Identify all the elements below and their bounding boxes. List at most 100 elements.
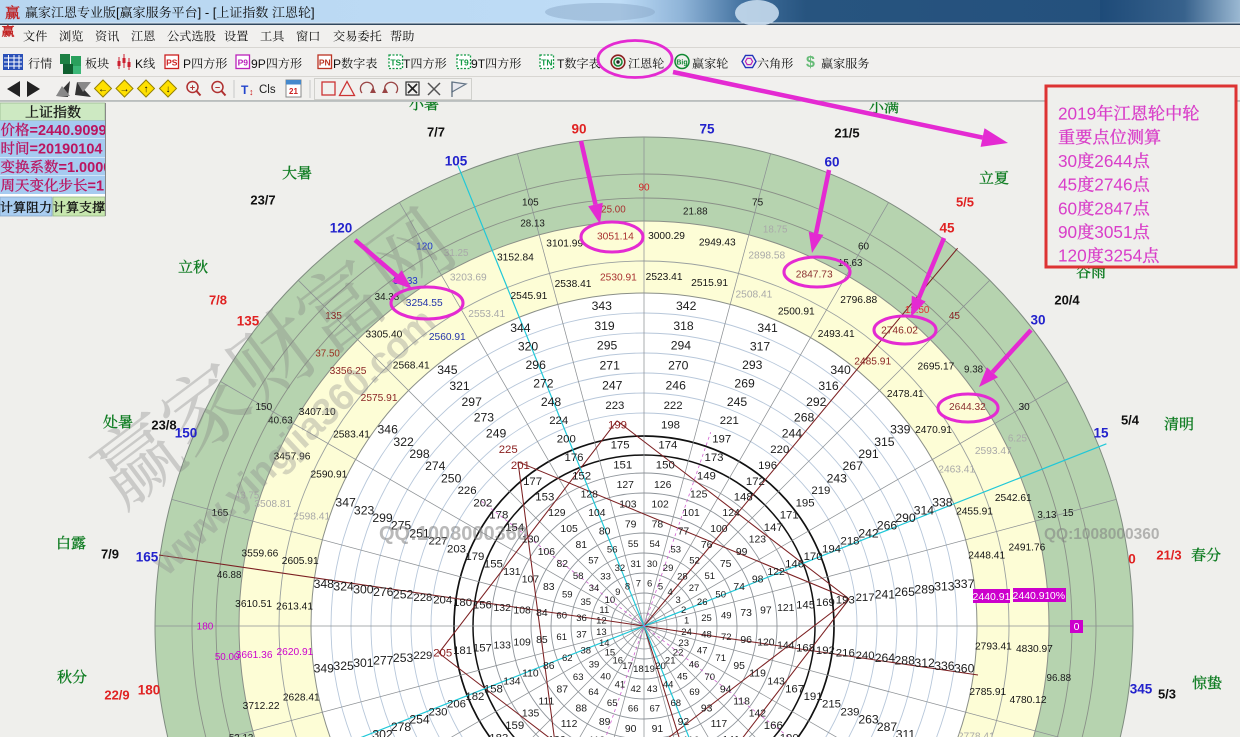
svg-text:49: 49 bbox=[721, 611, 732, 622]
svg-text:181: 181 bbox=[453, 645, 472, 657]
svg-text:2530.91: 2530.91 bbox=[600, 273, 637, 284]
svg-text:K: K bbox=[135, 57, 143, 71]
svg-text:150: 150 bbox=[255, 402, 272, 413]
svg-text:272: 272 bbox=[533, 376, 554, 390]
svg-text:3: 3 bbox=[675, 595, 680, 606]
svg-text:293: 293 bbox=[742, 358, 763, 372]
svg-text:175: 175 bbox=[611, 440, 630, 452]
svg-text:253: 253 bbox=[393, 651, 414, 665]
svg-text:125: 125 bbox=[690, 490, 708, 501]
svg-text:143: 143 bbox=[767, 676, 785, 687]
svg-text:85: 85 bbox=[536, 635, 548, 646]
svg-text:44: 44 bbox=[663, 680, 674, 691]
svg-text:→: → bbox=[120, 84, 130, 95]
svg-text:88: 88 bbox=[576, 703, 588, 714]
svg-text:316: 316 bbox=[818, 379, 839, 393]
svg-text:=1: =1 bbox=[88, 179, 105, 195]
svg-text:296: 296 bbox=[526, 358, 547, 372]
svg-text:30: 30 bbox=[647, 559, 658, 570]
svg-text:2523.41: 2523.41 bbox=[646, 272, 683, 283]
svg-text:121: 121 bbox=[777, 603, 795, 614]
svg-text:133: 133 bbox=[494, 640, 512, 651]
svg-text:32: 32 bbox=[615, 563, 626, 574]
svg-text:5/3: 5/3 bbox=[1158, 687, 1176, 702]
svg-text:4830.97: 4830.97 bbox=[1016, 644, 1053, 655]
svg-text:128: 128 bbox=[581, 490, 599, 501]
svg-text:224: 224 bbox=[549, 415, 568, 427]
svg-text:2440.91: 2440.91 bbox=[1013, 590, 1051, 602]
svg-text:322: 322 bbox=[393, 435, 414, 449]
svg-text:84: 84 bbox=[536, 608, 548, 619]
svg-text:179: 179 bbox=[465, 551, 484, 563]
svg-text:6: 6 bbox=[647, 579, 652, 590]
svg-text:0: 0 bbox=[1128, 552, 1136, 567]
svg-text:] - [: ] - [ bbox=[198, 5, 217, 20]
svg-text:147: 147 bbox=[764, 522, 783, 534]
svg-text:98: 98 bbox=[752, 575, 764, 586]
svg-text:2545.91: 2545.91 bbox=[510, 291, 547, 302]
svg-text:200: 200 bbox=[557, 433, 576, 445]
svg-text:3610.51: 3610.51 bbox=[235, 599, 272, 610]
svg-text:97: 97 bbox=[760, 606, 772, 617]
svg-text:87: 87 bbox=[557, 684, 569, 695]
svg-text:2644.32: 2644.32 bbox=[949, 402, 986, 413]
svg-text:20/4: 20/4 bbox=[1054, 293, 1080, 308]
svg-text:131: 131 bbox=[503, 567, 521, 578]
svg-text:274: 274 bbox=[425, 459, 446, 473]
svg-text:=2440.9099: =2440.9099 bbox=[30, 123, 107, 139]
svg-text:60: 60 bbox=[858, 241, 870, 252]
svg-text:3203.69: 3203.69 bbox=[450, 272, 487, 283]
svg-text:252: 252 bbox=[393, 588, 414, 602]
svg-text:196: 196 bbox=[758, 460, 777, 472]
svg-text:90: 90 bbox=[625, 724, 637, 735]
svg-text:2538.41: 2538.41 bbox=[555, 279, 592, 290]
svg-text:171: 171 bbox=[780, 510, 799, 522]
svg-text:TS: TS bbox=[390, 57, 401, 67]
svg-text:135: 135 bbox=[237, 314, 260, 329]
svg-text:↑: ↑ bbox=[144, 84, 149, 95]
svg-text:75: 75 bbox=[699, 122, 715, 137]
svg-text:5: 5 bbox=[658, 582, 663, 593]
svg-text:221: 221 bbox=[720, 415, 739, 427]
svg-text:69: 69 bbox=[689, 687, 700, 698]
svg-text:7/7: 7/7 bbox=[427, 125, 445, 140]
svg-text:4: 4 bbox=[668, 587, 673, 598]
svg-text:52: 52 bbox=[689, 556, 700, 567]
svg-text:25.00: 25.00 bbox=[601, 205, 626, 216]
svg-text:64: 64 bbox=[588, 687, 599, 698]
svg-text:263: 263 bbox=[858, 712, 879, 726]
svg-text:31: 31 bbox=[631, 559, 642, 570]
svg-text:91: 91 bbox=[652, 724, 664, 735]
svg-text:105: 105 bbox=[522, 198, 539, 209]
svg-text:2746.02: 2746.02 bbox=[881, 326, 918, 337]
svg-text:119: 119 bbox=[749, 669, 766, 680]
svg-text:191: 191 bbox=[804, 691, 823, 703]
svg-text:23: 23 bbox=[678, 638, 689, 649]
svg-text:248: 248 bbox=[541, 395, 562, 409]
svg-text:117: 117 bbox=[711, 719, 728, 730]
svg-text:273: 273 bbox=[474, 411, 495, 425]
svg-text:60: 60 bbox=[1058, 198, 1077, 218]
svg-text:349: 349 bbox=[314, 661, 335, 675]
svg-text:←: ← bbox=[98, 84, 108, 95]
svg-text:246: 246 bbox=[666, 378, 687, 392]
svg-text:42: 42 bbox=[631, 684, 642, 695]
svg-text:104: 104 bbox=[588, 508, 606, 519]
svg-text:76: 76 bbox=[701, 540, 713, 551]
svg-text:79: 79 bbox=[625, 520, 637, 531]
svg-text:46: 46 bbox=[689, 660, 700, 671]
svg-text:70: 70 bbox=[705, 672, 716, 683]
svg-text:336: 336 bbox=[934, 659, 955, 673]
svg-text:2440.91: 2440.91 bbox=[973, 591, 1011, 603]
svg-text:71: 71 bbox=[715, 653, 726, 664]
svg-text:129: 129 bbox=[548, 508, 566, 519]
svg-text:325: 325 bbox=[333, 659, 354, 673]
svg-text:2695.17: 2695.17 bbox=[917, 362, 954, 373]
svg-text:324: 324 bbox=[333, 580, 354, 594]
svg-text:105: 105 bbox=[560, 524, 578, 535]
svg-text:11: 11 bbox=[599, 605, 609, 616]
svg-text:2542.61: 2542.61 bbox=[995, 493, 1032, 504]
svg-text:342: 342 bbox=[676, 299, 697, 313]
svg-text:278: 278 bbox=[391, 720, 412, 734]
svg-text:127: 127 bbox=[617, 480, 635, 491]
